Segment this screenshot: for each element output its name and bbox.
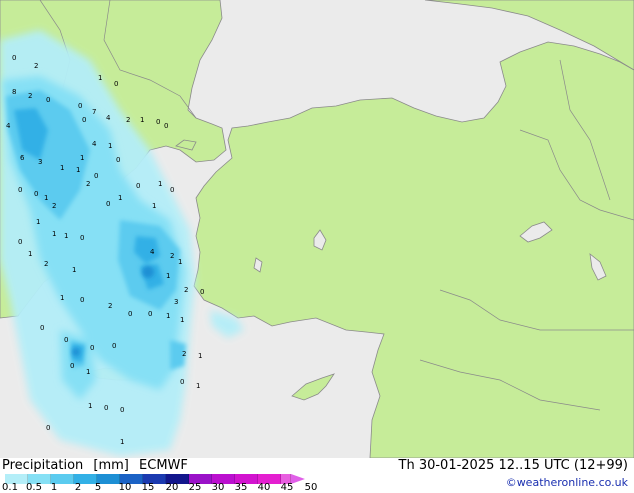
precip-value-label: 0 xyxy=(116,156,120,164)
precip-value-label: 2 xyxy=(170,252,174,260)
precip-value-label: 4 xyxy=(92,140,97,148)
precip-value-label: 1 xyxy=(60,164,64,172)
precip-value-label: 0 xyxy=(70,362,74,370)
precip-value-label: 0 xyxy=(80,234,84,242)
precip-value-label: 0 xyxy=(112,342,116,350)
precip-value-label: 1 xyxy=(72,266,76,274)
footer: Precipitation [mm] ECMWF Th 30-01-2025 1… xyxy=(0,458,634,493)
precip-value-label: 2 xyxy=(34,62,38,70)
precip-value-label: 7 xyxy=(92,108,96,116)
precip-value-label: 0 xyxy=(148,310,152,318)
precip-value-label: 0 xyxy=(180,378,184,386)
precip-value-label: 0 xyxy=(104,404,108,412)
scale-tick-label: 1 xyxy=(50,482,58,493)
precip-value-label: 0 xyxy=(164,122,168,130)
scale-tick-label: 5 xyxy=(94,482,102,493)
precip-value-label: 6 xyxy=(20,154,25,162)
precip-value-label: 2 xyxy=(108,302,112,310)
precip-value-label: 1 xyxy=(86,368,90,376)
legend-label-quantity: Precipitation xyxy=(2,458,84,473)
precip-value-label: 3 xyxy=(38,158,42,166)
precip-value-label: 8 xyxy=(12,88,16,96)
precip-value-label: 4 xyxy=(150,248,155,256)
precipitation-map: 2001008 2074 2 1 0 044 11006 31 120 0 12 010 10111 1 0… xyxy=(0,0,634,458)
scale-tick-label: 0.5 xyxy=(26,482,42,493)
precip-value-label: 0 xyxy=(34,190,38,198)
precip-value-label: 0 xyxy=(156,118,160,126)
precip-value-label: 0 xyxy=(18,186,22,194)
precip-value-label: 1 xyxy=(44,194,48,202)
precip-value-label: 0 xyxy=(46,424,50,432)
scale-tick-label: 2 xyxy=(74,482,82,493)
precip-value-label: 2 xyxy=(184,286,188,294)
precip-value-label: 1 xyxy=(166,272,170,280)
precip-value-label: 0 xyxy=(90,344,94,352)
precip-value-label: 1 xyxy=(140,116,144,124)
precip-value-label: 0 xyxy=(170,186,174,194)
precip-value-label: 2 xyxy=(28,92,32,100)
precip-value-label: 1 xyxy=(118,194,122,202)
precip-value-label: 0 xyxy=(18,238,22,246)
precip-value-label: 2 xyxy=(182,350,186,358)
precip-value-label: 2 xyxy=(44,260,48,268)
scale-tick-label: 0.1 xyxy=(2,482,18,493)
precip-value-label: 0 xyxy=(12,54,16,62)
precip-value-label: 1 xyxy=(152,202,156,210)
scale-tick-label: 10 xyxy=(118,482,132,493)
legend-title: Precipitation [mm] ECMWF xyxy=(2,458,188,473)
precip-value-label: 4 xyxy=(6,122,11,130)
precip-value-label: 1 xyxy=(64,232,68,240)
precip-value-label: 2 xyxy=(52,202,56,210)
precip-value-label: 0 xyxy=(80,296,84,304)
precip-value-label: 1 xyxy=(76,166,80,174)
precip-value-label: 1 xyxy=(88,402,92,410)
precip-value-label: 2 xyxy=(86,180,90,188)
scale-tick-label: 40 xyxy=(257,482,271,493)
precip-value-label: 1 xyxy=(196,382,200,390)
precip-value-label: 1 xyxy=(52,230,56,238)
precip-value-label: 1 xyxy=(98,74,102,82)
precip-value-label: 0 xyxy=(40,324,44,332)
precip-value-label: 4 xyxy=(106,114,111,122)
precip-value-label: 0 xyxy=(128,310,132,318)
precip-value-label: 2 xyxy=(126,116,130,124)
precip-value-label: 1 xyxy=(36,218,40,226)
precip-value-label: 1 xyxy=(120,438,124,446)
color-scale-labels: 0.1 0.5 1 2 5 10 15 20 25 30 35 40 45 50 xyxy=(0,483,330,493)
precip-value-label: 0 xyxy=(120,406,124,414)
scale-tick-label: 25 xyxy=(188,482,202,493)
precip-value-label: 0 xyxy=(136,182,140,190)
precip-value-label: 1 xyxy=(180,316,184,324)
precip-value-label: 0 xyxy=(64,336,68,344)
scale-tick-label: 20 xyxy=(165,482,179,493)
precip-value-label: 0 xyxy=(200,288,204,296)
scale-tick-label: 50 xyxy=(304,482,318,493)
precip-value-label: 1 xyxy=(178,258,182,266)
precip-value-label: 0 xyxy=(82,116,86,124)
scale-tick-label: 45 xyxy=(280,482,294,493)
scale-tick-label: 15 xyxy=(141,482,155,493)
credit-link[interactable]: ©weatheronline.co.uk xyxy=(506,476,628,489)
precip-value-label: 1 xyxy=(60,294,64,302)
precip-value-label: 1 xyxy=(28,250,32,258)
precip-value-label: 0 xyxy=(46,96,50,104)
scale-tick-label: 35 xyxy=(234,482,248,493)
precip-value-label: 0 xyxy=(94,172,98,180)
precip-value-label: 1 xyxy=(80,154,84,162)
precip-value-label: 1 xyxy=(158,180,162,188)
precip-value-label: 1 xyxy=(166,312,170,320)
precip-value-label: 1 xyxy=(198,352,202,360)
forecast-timestamp: Th 30-01-2025 12..15 UTC (12+99) xyxy=(398,458,629,473)
precip-value-label: 0 xyxy=(114,80,118,88)
legend-label-unit: [mm] xyxy=(93,458,129,473)
scale-tick-label: 30 xyxy=(211,482,225,493)
precip-value-label: 0 xyxy=(106,200,110,208)
legend-label-model: ECMWF xyxy=(139,458,188,473)
precip-value-label: 3 xyxy=(174,298,178,306)
precip-value-label: 1 xyxy=(108,142,112,150)
precip-value-label: 0 xyxy=(78,102,82,110)
